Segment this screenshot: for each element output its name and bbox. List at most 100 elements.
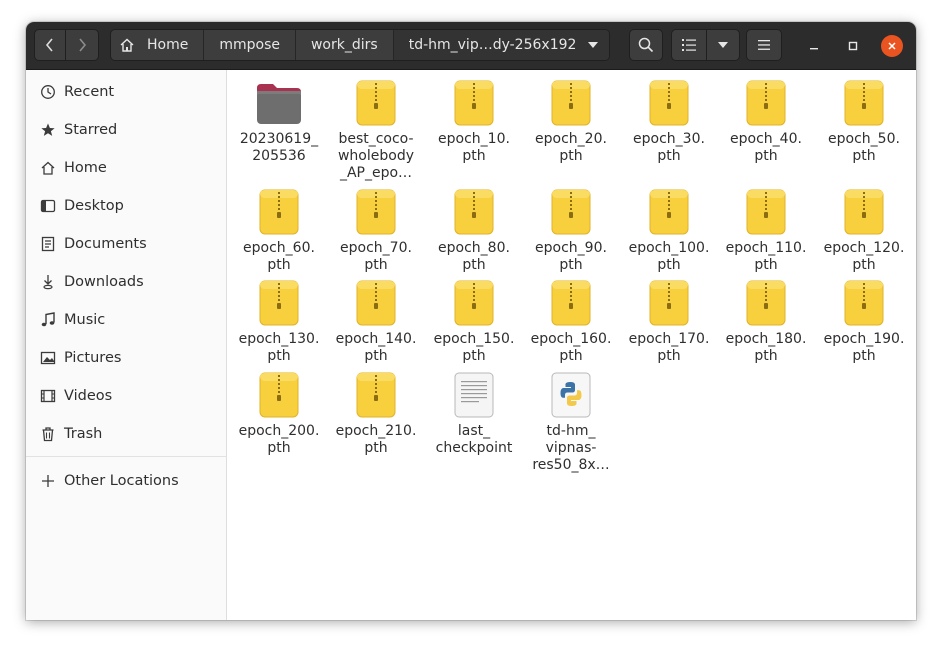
file-manager-window: Home mmpose work_dirs td-hm_vip…dy-256x1…: [26, 22, 916, 620]
file-name: epoch_50. pth: [828, 131, 900, 164]
sidebar-item-music[interactable]: Music: [26, 301, 226, 339]
file-item[interactable]: epoch_160. pth: [521, 278, 621, 365]
file-item[interactable]: epoch_90. pth: [521, 187, 621, 274]
breadcrumb-label: Home: [147, 37, 189, 53]
star-icon: [39, 121, 57, 139]
file-name: epoch_90. pth: [535, 240, 607, 273]
search-icon: [638, 37, 654, 53]
breadcrumb-label: td-hm_vip…dy-256x192: [408, 37, 577, 53]
list-view-icon: [682, 39, 696, 51]
archive-icon: [840, 78, 888, 126]
file-item[interactable]: last_ checkpoint: [424, 370, 524, 457]
home-icon: [119, 37, 135, 53]
file-item[interactable]: td-hm_ vipnas-res50_8x…: [521, 370, 621, 474]
file-item[interactable]: epoch_40. pth: [716, 78, 816, 165]
file-item[interactable]: epoch_50. pth: [814, 78, 914, 165]
file-name: epoch_120. pth: [823, 240, 905, 273]
archive-icon: [645, 278, 693, 326]
sidebar-item-other-locations[interactable]: Other Locations: [26, 462, 226, 500]
header-bar: Home mmpose work_dirs td-hm_vip…dy-256x1…: [26, 22, 916, 70]
maximize-button[interactable]: [842, 35, 864, 57]
sidebar-item-desktop[interactable]: Desktop: [26, 187, 226, 225]
file-item[interactable]: epoch_120. pth: [814, 187, 914, 274]
file-item[interactable]: epoch_140. pth: [326, 278, 426, 365]
clock-icon: [39, 83, 57, 101]
archive-icon: [255, 278, 303, 326]
file-name: epoch_130. pth: [238, 331, 320, 364]
breadcrumb-current[interactable]: td-hm_vip…dy-256x192: [393, 30, 609, 60]
breadcrumb-home[interactable]: Home: [111, 30, 205, 60]
breadcrumb-work-dirs[interactable]: work_dirs: [296, 30, 394, 60]
chevron-left-icon: [45, 38, 53, 52]
sidebar-item-home[interactable]: Home: [26, 149, 226, 187]
file-item[interactable]: epoch_110. pth: [716, 187, 816, 274]
file-grid: 20230619_ 205536 best_coco-wholebody _AP_ep…: [227, 70, 916, 620]
caret-down-icon: [718, 42, 728, 48]
file-name: epoch_160. pth: [530, 331, 612, 364]
maximize-icon: [848, 41, 858, 51]
file-name: best_coco-wholebody _AP_epo…: [337, 131, 414, 181]
file-item[interactable]: epoch_70. pth: [326, 187, 426, 274]
file-item[interactable]: epoch_30. pth: [619, 78, 719, 165]
file-item[interactable]: epoch_210. pth: [326, 370, 426, 457]
file-item[interactable]: epoch_60. pth: [229, 187, 329, 274]
sidebar-item-label: Downloads: [64, 274, 144, 290]
file-item[interactable]: epoch_170. pth: [619, 278, 719, 365]
archive-icon: [547, 78, 595, 126]
sidebar-item-recent[interactable]: Recent: [26, 73, 226, 111]
plus-icon: [39, 472, 57, 490]
sidebar-item-videos[interactable]: Videos: [26, 377, 226, 415]
sidebar-item-starred[interactable]: Starred: [26, 111, 226, 149]
archive-icon: [645, 78, 693, 126]
file-name: td-hm_ vipnas-res50_8x…: [532, 423, 610, 473]
file-name: last_ checkpoint: [435, 423, 513, 456]
sidebar-item-label: Music: [64, 312, 106, 328]
file-item[interactable]: epoch_200. pth: [229, 370, 329, 457]
file-item[interactable]: epoch_100. pth: [619, 187, 719, 274]
sidebar-item-label: Desktop: [64, 198, 124, 214]
file-item[interactable]: epoch_10. pth: [424, 78, 524, 165]
file-item[interactable]: epoch_130. pth: [229, 278, 329, 365]
python-file-icon: [547, 370, 595, 418]
sidebar-item-label: Trash: [64, 426, 103, 442]
sidebar-item-documents[interactable]: Documents: [26, 225, 226, 263]
close-icon: [888, 42, 896, 50]
breadcrumb-mmpose[interactable]: mmpose: [204, 30, 296, 60]
view-options-button[interactable]: [706, 29, 740, 61]
file-item[interactable]: epoch_180. pth: [716, 278, 816, 365]
archive-icon: [255, 370, 303, 418]
file-item[interactable]: epoch_150. pth: [424, 278, 524, 365]
search-button[interactable]: [629, 29, 663, 61]
minimize-button[interactable]: [803, 35, 825, 57]
file-item[interactable]: epoch_190. pth: [814, 278, 914, 365]
close-button[interactable]: [881, 35, 903, 57]
file-name: epoch_40. pth: [730, 131, 802, 164]
minimize-icon: [810, 48, 818, 50]
file-name: epoch_70. pth: [340, 240, 412, 273]
file-name: epoch_60. pth: [243, 240, 315, 273]
music-icon: [39, 311, 57, 329]
main-menu-button[interactable]: [746, 29, 782, 61]
file-name: epoch_190. pth: [823, 331, 905, 364]
file-item[interactable]: epoch_20. pth: [521, 78, 621, 165]
sidebar-item-label: Documents: [64, 236, 147, 252]
list-view-button[interactable]: [671, 29, 707, 61]
sidebar-item-pictures[interactable]: Pictures: [26, 339, 226, 377]
document-icon: [39, 235, 57, 253]
file-item[interactable]: epoch_80. pth: [424, 187, 524, 274]
caret-down-icon: [588, 42, 598, 48]
breadcrumb-label: work_dirs: [310, 37, 378, 53]
file-name: epoch_80. pth: [438, 240, 510, 273]
archive-icon: [450, 187, 498, 235]
sidebar-item-label: Recent: [64, 84, 115, 100]
file-item[interactable]: 20230619_ 205536: [229, 78, 329, 165]
file-item[interactable]: best_coco-wholebody _AP_epo…: [326, 78, 426, 182]
trash-icon: [39, 425, 57, 443]
file-name: epoch_140. pth: [335, 331, 417, 364]
sidebar-item-downloads[interactable]: Downloads: [26, 263, 226, 301]
archive-icon: [645, 187, 693, 235]
sidebar-item-trash[interactable]: Trash: [26, 415, 226, 453]
file-name: epoch_180. pth: [725, 331, 807, 364]
back-button[interactable]: [34, 29, 66, 61]
forward-button[interactable]: [65, 29, 99, 61]
